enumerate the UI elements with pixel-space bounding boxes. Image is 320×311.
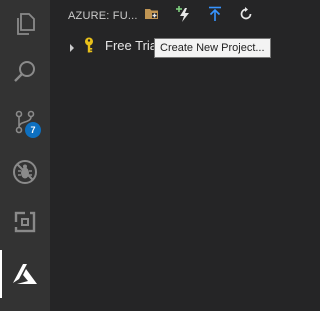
source-control-badge: 7 [25,122,41,138]
chevron-right-icon[interactable] [68,40,76,58]
extensions-icon [13,210,37,234]
create-function-button[interactable] [174,5,194,28]
refresh-button[interactable] [236,6,256,26]
source-control-button[interactable]: 7 [0,98,50,146]
activity-bar: 7 [0,0,50,311]
panel-title: AZURE: FU... [68,10,138,22]
vscode-window: 7 AZURE: FU... Free Tria Create New Proj… [0,0,285,311]
azure-icon [12,263,38,285]
search-icon [12,59,38,85]
azure-button[interactable] [0,250,50,298]
search-button[interactable] [0,48,50,96]
extensions-button[interactable] [0,198,50,246]
refresh-icon [238,6,254,27]
explorer-button[interactable] [0,0,50,48]
tooltip: Create New Project... [154,38,271,58]
lightning-plus-icon [175,5,193,28]
deploy-icon [207,6,223,27]
key-icon [83,37,95,59]
deploy-button[interactable] [205,6,225,26]
debug-icon [11,158,39,186]
debug-button[interactable] [0,148,50,196]
panel-header: AZURE: FU... [50,0,285,32]
new-folder-icon [144,6,160,27]
files-icon [12,11,38,37]
tree-item-label: Free Tria [105,38,158,53]
create-new-project-button[interactable] [142,6,162,26]
